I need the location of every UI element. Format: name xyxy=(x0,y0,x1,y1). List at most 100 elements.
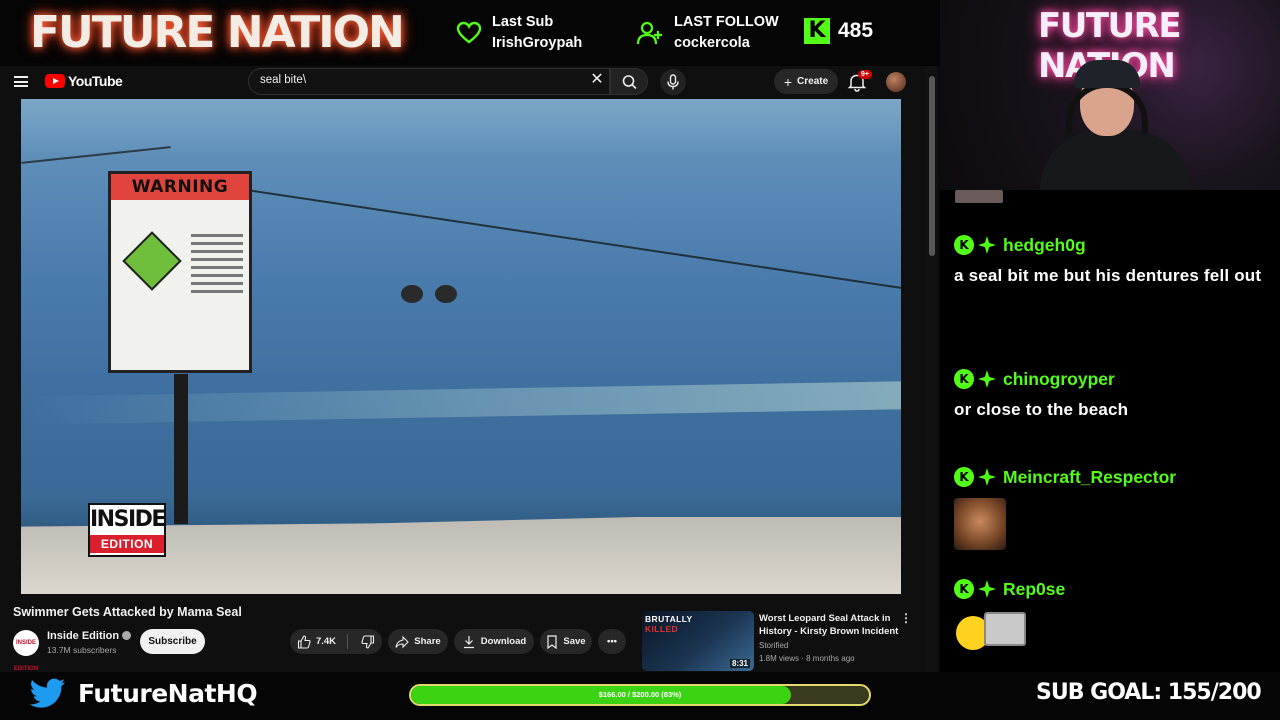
kick-badge-icon: K xyxy=(954,467,974,487)
download-icon xyxy=(463,635,474,648)
thumbs-down-icon[interactable] xyxy=(361,634,375,649)
kick-badge-icon: K xyxy=(954,579,974,599)
donation-goal-bar: $166.00 / $200.00 (83%) xyxy=(409,684,871,706)
channel-avatar[interactable]: INSIDE EDITION xyxy=(13,630,39,672)
like-count[interactable]: 7.4K xyxy=(316,636,336,647)
sign-fine-print xyxy=(191,234,243,298)
kick-logo-icon: K xyxy=(804,18,830,44)
voice-search-button[interactable] xyxy=(660,69,686,95)
last-follow-widget: LAST FOLLOW cockercola xyxy=(636,12,779,54)
kick-badge-icon: K xyxy=(954,369,974,389)
watermark-line2: EDITION xyxy=(90,535,164,553)
page-scrollbar[interactable] xyxy=(925,66,938,674)
stream-overlay-bottom-bar: FutureNatHQ $166.00 / $200.00 (83%) SUB … xyxy=(0,672,1280,720)
thumbs-up-icon[interactable] xyxy=(297,634,311,649)
search-box xyxy=(248,68,610,95)
save-button[interactable]: Save xyxy=(540,629,592,654)
last-sub-widget: Last Sub IrishGroypah xyxy=(456,12,582,54)
heart-icon xyxy=(456,21,482,44)
kick-follower-number: 485 xyxy=(838,19,874,42)
download-label: Download xyxy=(480,636,527,647)
youtube-play-icon xyxy=(45,74,65,88)
share-label: Share xyxy=(414,636,441,647)
sparkle-badge-icon xyxy=(978,236,996,254)
wave-foam xyxy=(21,381,901,425)
kick-badge-icon: K xyxy=(954,235,974,255)
seal-head xyxy=(435,285,457,303)
share-icon xyxy=(395,635,410,648)
warning-sign: WARNING xyxy=(108,171,252,373)
watermark-line1: INSIDE xyxy=(90,507,166,532)
emote xyxy=(954,610,1026,656)
video-duration: 8:31 xyxy=(729,659,750,668)
swimmer-head xyxy=(401,285,423,303)
youtube-logo-text: YouTube xyxy=(68,73,123,89)
scrollbar-thumb[interactable] xyxy=(929,76,935,256)
save-label: Save xyxy=(563,636,586,647)
hamburger-menu-icon[interactable] xyxy=(14,76,28,87)
suggested-video-channel[interactable]: Storified xyxy=(759,641,788,650)
notification-badge: 9+ xyxy=(858,70,872,79)
last-follow-label: LAST FOLLOW xyxy=(674,14,779,30)
channel-name[interactable]: Inside Edition xyxy=(47,630,132,642)
notifications-button[interactable]: 9+ xyxy=(846,70,872,93)
suggested-video[interactable]: BRUTALLY KILLED 8:31 Worst Leopard Seal … xyxy=(642,611,912,671)
account-avatar[interactable] xyxy=(886,72,906,92)
channel-name-text: Inside Edition xyxy=(47,630,120,642)
more-vertical-icon[interactable]: ⋮ xyxy=(900,611,912,625)
chat-username[interactable]: chinogroyper xyxy=(1003,369,1115,390)
chat-message: K Meincraft_Respector xyxy=(954,464,1264,550)
clear-search-icon[interactable]: ✕ xyxy=(589,72,605,88)
video-title: Swimmer Gets Attacked by Mama Seal xyxy=(13,605,242,619)
headset-icon xyxy=(1066,82,1148,134)
thumbnail-caption-line2: KILLED xyxy=(645,624,679,634)
search-icon xyxy=(622,75,637,90)
twitter-handle-text: FutureNatHQ xyxy=(78,678,258,708)
chat-panel: K hedgeh0g a seal bit me but his denture… xyxy=(940,190,1280,672)
chat-message: K chinogroyper or close to the beach xyxy=(954,366,1264,428)
more-actions-button[interactable]: ••• xyxy=(598,629,626,654)
emote xyxy=(954,498,1006,550)
suggested-video-title[interactable]: Worst Leopard Seal Attack in History - K… xyxy=(759,612,899,638)
stream-overlay-top-bar: FUTURE NATION Last Sub IrishGroypah LAST… xyxy=(0,0,940,66)
bookmark-icon xyxy=(547,634,558,649)
like-dislike-group: 7.4K xyxy=(290,629,382,654)
create-label: Create xyxy=(797,76,829,87)
sparkle-badge-icon xyxy=(978,580,996,598)
sparkle-badge-icon xyxy=(978,468,996,486)
swimmers-in-water xyxy=(391,283,491,309)
search-button[interactable] xyxy=(610,68,648,95)
sparkle-badge-icon xyxy=(978,370,996,388)
search-input[interactable] xyxy=(260,74,560,86)
chat-message: K hedgeh0g a seal bit me but his denture… xyxy=(954,232,1264,294)
webcam-feed: FUTURE NATION xyxy=(940,0,1280,190)
create-button[interactable]: + Create xyxy=(774,69,838,94)
streamer xyxy=(1040,60,1190,190)
chat-username[interactable]: hedgeh0g xyxy=(1003,235,1086,256)
inside-edition-watermark: INSIDE EDITION xyxy=(88,503,166,557)
thumbnail-caption: BRUTALLY KILLED xyxy=(645,614,693,634)
suggested-video-thumbnail[interactable]: BRUTALLY KILLED 8:31 xyxy=(642,611,754,671)
brand-logo: FUTURE NATION xyxy=(30,7,405,58)
twitter-handle: FutureNatHQ xyxy=(30,678,258,708)
subscribe-button[interactable]: Subscribe xyxy=(140,629,205,654)
last-sub-name: IrishGroypah xyxy=(492,35,583,51)
chat-username[interactable]: Meincraft_Respector xyxy=(1003,467,1176,488)
net-rope xyxy=(21,146,171,164)
chat-text: a seal bit me but his dentures fell out xyxy=(954,266,1262,285)
youtube-logo[interactable]: YouTube xyxy=(45,73,123,89)
youtube-header: YouTube ✕ + Create 9+ xyxy=(0,66,938,98)
subscriber-count: 13.7M subscribers xyxy=(47,645,117,655)
donation-goal-label: $166.00 / $200.00 (83%) xyxy=(598,690,682,699)
sub-goal: SUB GOAL: 155/200 xyxy=(1036,680,1262,705)
kick-follower-count: K 485 xyxy=(804,18,873,44)
video-player[interactable]: WARNING INSIDE EDITION xyxy=(21,99,901,594)
chat-username[interactable]: Rep0se xyxy=(1003,579,1065,600)
chat-text: or close to the beach xyxy=(954,400,1129,419)
share-button[interactable]: Share xyxy=(388,629,448,654)
microphone-icon xyxy=(667,74,679,90)
divider xyxy=(347,634,349,649)
download-button[interactable]: Download xyxy=(454,629,534,654)
verified-icon xyxy=(122,631,132,640)
last-follow-name: cockercola xyxy=(674,35,750,51)
